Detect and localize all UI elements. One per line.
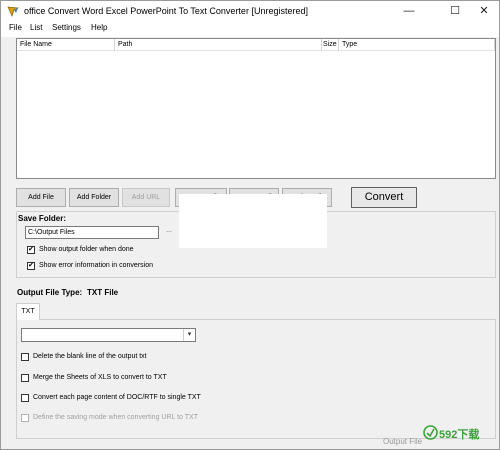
convert-each-page-option[interactable]: Convert each page content of DOC/RTF to … <box>21 393 241 404</box>
file-list[interactable]: File Name Path Size Type <box>16 38 496 179</box>
maximize-icon: ☐ <box>450 5 460 17</box>
show-output-folder-checkbox[interactable]: ✔ <box>27 246 35 254</box>
window-title: office Convert Word Excel PowerPoint To … <box>24 6 308 16</box>
maximize-button[interactable]: ☐ <box>439 1 471 22</box>
convert-button[interactable]: Convert <box>351 187 417 208</box>
minimize-icon: — <box>403 5 415 17</box>
column-file-name[interactable]: File Name <box>17 39 115 51</box>
output-mode-select[interactable]: ▾ <box>21 328 196 342</box>
column-type[interactable]: Type <box>339 39 495 51</box>
watermark-text: 592下载 <box>439 429 480 441</box>
show-output-folder-label: Show output folder when done <box>39 246 134 253</box>
define-saving-mode-label: Define the saving mode when converting U… <box>33 414 198 421</box>
output-file-status: Output File <box>383 437 423 446</box>
minimize-button[interactable]: — <box>393 1 425 22</box>
close-icon: ✕ <box>479 5 489 17</box>
browse-folder-button[interactable]: ... <box>161 226 177 240</box>
show-error-info-option[interactable]: ✔ Show error information in conversion <box>27 261 207 272</box>
delete-blank-line-label: Delete the blank line of the output txt <box>33 353 147 360</box>
watermark-logo-icon <box>423 425 438 440</box>
convert-each-page-checkbox[interactable] <box>21 394 29 402</box>
save-folder-label: Save Folder: <box>18 214 67 223</box>
add-file-button[interactable]: Add File <box>16 188 66 207</box>
app-window: office Convert Word Excel PowerPoint To … <box>0 0 500 450</box>
menu-file[interactable]: File <box>9 23 22 32</box>
add-url-button[interactable]: Add URL <box>122 188 170 207</box>
output-type-value: TXT File <box>87 288 119 297</box>
close-button[interactable]: ✕ <box>468 1 499 22</box>
merge-sheets-option[interactable]: Merge the Sheets of XLS to convert to TX… <box>21 373 221 384</box>
column-size[interactable]: Size <box>322 39 339 51</box>
show-output-folder-option[interactable]: ✔ Show output folder when done <box>27 245 187 256</box>
title-bar: office Convert Word Excel PowerPoint To … <box>1 1 499 22</box>
merge-sheets-checkbox[interactable] <box>21 374 29 382</box>
delete-blank-line-option[interactable]: Delete the blank line of the output txt <box>21 352 221 363</box>
column-path[interactable]: Path <box>115 39 322 51</box>
output-type-label: Output File Type: <box>17 288 83 297</box>
convert-each-page-label: Convert each page content of DOC/RTF to … <box>33 394 201 401</box>
show-error-info-label: Show error information in conversion <box>39 262 153 269</box>
site-watermark: 592下载 <box>421 422 495 446</box>
menu-list[interactable]: List <box>30 23 42 32</box>
tab-txt[interactable]: TXT <box>16 303 40 320</box>
menu-bar: File List Settings Help <box>1 22 499 37</box>
overlay-patch <box>179 194 327 248</box>
define-saving-mode-checkbox[interactable] <box>21 414 29 422</box>
delete-blank-line-checkbox[interactable] <box>21 353 29 361</box>
menu-settings[interactable]: Settings <box>52 23 81 32</box>
tab-strip-line <box>16 319 496 320</box>
add-folder-button[interactable]: Add Folder <box>69 188 119 207</box>
merge-sheets-label: Merge the Sheets of XLS to convert to TX… <box>33 374 167 381</box>
chevron-down-icon[interactable]: ▾ <box>183 329 195 341</box>
show-error-info-checkbox[interactable]: ✔ <box>27 262 35 270</box>
save-folder-input[interactable]: C:\Output Files <box>25 226 159 239</box>
define-saving-mode-option[interactable]: Define the saving mode when converting U… <box>21 413 241 424</box>
app-logo-icon <box>7 6 19 17</box>
menu-help[interactable]: Help <box>91 23 107 32</box>
